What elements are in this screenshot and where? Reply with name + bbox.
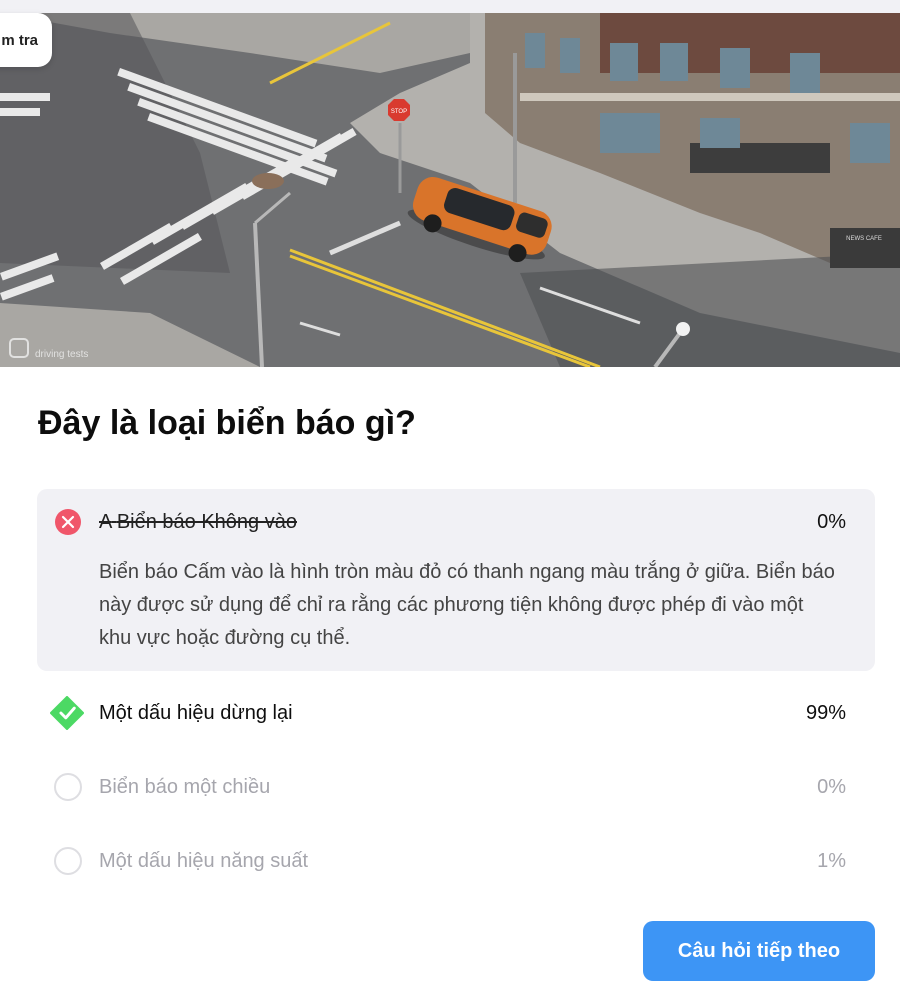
test-badge[interactable]: m tra: [0, 13, 52, 67]
answer-option-d[interactable]: Một dấu hiệu năng suất 1%: [37, 841, 875, 881]
answer-percent: 99%: [805, 702, 846, 724]
answer-percent: 0%: [817, 776, 846, 798]
answer-text: Biển báo Không vào: [116, 511, 297, 533]
answer-option-b[interactable]: Một dấu hiệu dừng lại 99%: [37, 693, 875, 733]
answer-percent: 1%: [817, 850, 846, 872]
storefront-text: NEWS CAFE: [846, 236, 882, 242]
radio-circle-icon: [54, 847, 82, 875]
answer-text: Một dấu hiệu năng suất: [99, 850, 309, 872]
answer-prefix: A: [99, 511, 112, 533]
answer-text: Một dấu hiệu dừng lại: [99, 702, 293, 724]
test-badge-label: m tra: [1, 31, 38, 49]
question-image: STOP NEWS CAFE driving tests: [0, 13, 900, 367]
answer-option-c[interactable]: Biển báo một chiều 0%: [37, 767, 875, 807]
answer-text: Biển báo một chiều: [99, 776, 271, 798]
stop-sign-text: STOP: [391, 109, 407, 115]
top-bar: [0, 0, 900, 13]
question-title: Đây là loại biển báo gì?: [38, 404, 416, 442]
answer-explanation-text: Biển báo Cấm vào là hình tròn màu đỏ có …: [99, 561, 835, 649]
wrong-x-icon: [55, 509, 81, 535]
answer-option-a[interactable]: A Biển báo Không vào 0%: [37, 502, 875, 542]
next-question-button[interactable]: Câu hỏi tiếp theo: [643, 921, 875, 981]
answer-percent: 0%: [817, 511, 846, 533]
radio-circle-icon: [54, 773, 82, 801]
correct-check-icon: [50, 696, 84, 730]
watermark-text: driving tests: [35, 349, 88, 360]
answer-label: A Biển báo Không vào: [99, 511, 297, 534]
